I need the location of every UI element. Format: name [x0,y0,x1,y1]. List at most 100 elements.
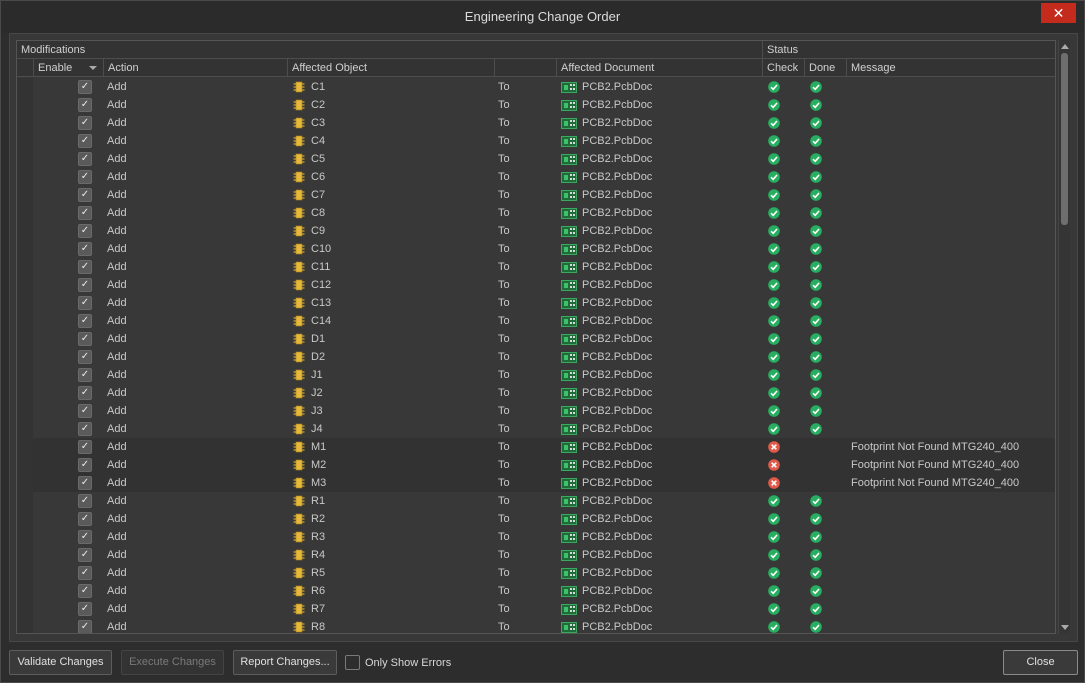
enable-checkbox[interactable]: ✓ [78,476,92,490]
enable-checkbox[interactable]: ✓ [78,458,92,472]
scroll-thumb[interactable] [1061,53,1068,225]
table-row[interactable]: ✓ Add R6 To PCB2.PcbDoc [17,582,1055,600]
to-cell: To [498,495,510,507]
table-row[interactable]: ✓ Add R8 To PCB2.PcbDoc [17,618,1055,633]
affected-object-cell: C14 [311,315,332,327]
enable-checkbox[interactable]: ✓ [78,170,92,184]
enable-checkbox[interactable]: ✓ [78,296,92,310]
eco-dialog: Engineering Change Order ✕ Modifications… [0,0,1085,683]
table-row[interactable]: ✓ Add R4 To PCB2.PcbDoc [17,546,1055,564]
table-row[interactable]: ✓ Add C10 To PCB2.PcbDoc [17,240,1055,258]
table-row[interactable]: ✓ Add C13 To PCB2.PcbDoc [17,294,1055,312]
action-cell: Add [107,153,127,165]
table-row[interactable]: ✓ Add C14 To PCB2.PcbDoc [17,312,1055,330]
table-row[interactable]: ✓ Add M3 To PCB2.PcbDoc Footprint Not Found M… [17,474,1055,492]
validate-changes-button[interactable]: Validate Changes [9,650,112,675]
table-row[interactable]: ✓ Add C2 To PCB2.PcbDoc [17,96,1055,114]
enable-checkbox[interactable]: ✓ [78,368,92,382]
pcb-document-icon [561,442,577,453]
to-cell: To [498,153,510,165]
table-row[interactable]: ✓ Add C12 To PCB2.PcbDoc [17,276,1055,294]
enable-checkbox[interactable]: ✓ [78,386,92,400]
enable-checkbox[interactable]: ✓ [78,440,92,454]
scroll-down-icon[interactable] [1061,625,1069,630]
affected-document-cell: PCB2.PcbDoc [582,477,653,489]
enable-checkbox[interactable]: ✓ [78,512,92,526]
enable-checkbox[interactable]: ✓ [78,422,92,436]
window-close-button[interactable]: ✕ [1041,3,1076,23]
table-row[interactable]: ✓ Add R2 To PCB2.PcbDoc [17,510,1055,528]
component-icon [293,189,305,201]
close-button[interactable]: Close [1003,650,1078,675]
table-row[interactable]: ✓ Add J2 To PCB2.PcbDoc [17,384,1055,402]
row-indicator [17,78,33,96]
enable-checkbox[interactable]: ✓ [78,584,92,598]
table-row[interactable]: ✓ Add C1 To PCB2.PcbDoc [17,78,1055,96]
enable-checkbox[interactable]: ✓ [78,152,92,166]
table-row[interactable]: ✓ Add M1 To PCB2.PcbDoc Footprint Not Found M… [17,438,1055,456]
column-header-affected-object[interactable]: Affected Object [287,59,494,77]
enable-checkbox[interactable]: ✓ [78,98,92,112]
column-header-done[interactable]: Done [804,59,846,77]
enable-checkbox[interactable]: ✓ [78,206,92,220]
column-header-to[interactable] [494,59,556,77]
pcb-document-icon [561,550,577,561]
affected-document-cell: PCB2.PcbDoc [582,153,653,165]
only-show-errors-checkbox[interactable] [345,655,360,670]
check-ok-icon [768,351,780,363]
enable-checkbox[interactable]: ✓ [78,602,92,616]
table-row[interactable]: ✓ Add C8 To PCB2.PcbDoc [17,204,1055,222]
enable-checkbox[interactable]: ✓ [78,332,92,346]
done-ok-icon [810,315,822,327]
sort-dropdown-icon[interactable] [89,66,97,70]
report-changes-button[interactable]: Report Changes... [233,650,337,675]
table-row[interactable]: ✓ Add C3 To PCB2.PcbDoc [17,114,1055,132]
table-row[interactable]: ✓ Add R1 To PCB2.PcbDoc [17,492,1055,510]
enable-checkbox[interactable]: ✓ [78,116,92,130]
enable-checkbox[interactable]: ✓ [78,260,92,274]
enable-checkbox[interactable]: ✓ [78,224,92,238]
column-header-affected-document[interactable]: Affected Document [556,59,762,77]
enable-checkbox[interactable]: ✓ [78,134,92,148]
scroll-up-icon[interactable] [1061,44,1069,49]
affected-object-cell: R7 [311,603,326,615]
column-header-check[interactable]: Check [762,59,804,77]
table-row[interactable]: ✓ Add C7 To PCB2.PcbDoc [17,186,1055,204]
pcb-document-icon [561,424,577,435]
action-cell: Add [107,225,127,237]
table-row[interactable]: ✓ Add M2 To PCB2.PcbDoc Footprint Not Found M… [17,456,1055,474]
row-indicator [17,402,33,420]
enable-checkbox[interactable]: ✓ [78,548,92,562]
enable-checkbox[interactable]: ✓ [78,314,92,328]
done-ok-icon [810,621,822,633]
enable-checkbox[interactable]: ✓ [78,530,92,544]
enable-checkbox[interactable]: ✓ [78,566,92,580]
vertical-scrollbar[interactable] [1058,40,1070,634]
table-row[interactable]: ✓ Add R7 To PCB2.PcbDoc [17,600,1055,618]
enable-checkbox[interactable]: ✓ [78,80,92,94]
table-row[interactable]: ✓ Add C11 To PCB2.PcbDoc [17,258,1055,276]
enable-checkbox[interactable]: ✓ [78,188,92,202]
enable-checkbox[interactable]: ✓ [78,494,92,508]
table-row[interactable]: ✓ Add C4 To PCB2.PcbDoc [17,132,1055,150]
enable-checkbox[interactable]: ✓ [78,350,92,364]
table-row[interactable]: ✓ Add J1 To PCB2.PcbDoc [17,366,1055,384]
column-header-message[interactable]: Message [846,59,1055,77]
table-row[interactable]: ✓ Add R3 To PCB2.PcbDoc [17,528,1055,546]
table-row[interactable]: ✓ Add D2 To PCB2.PcbDoc [17,348,1055,366]
execute-changes-button[interactable]: Execute Changes [121,650,224,675]
table-row[interactable]: ✓ Add J4 To PCB2.PcbDoc [17,420,1055,438]
column-header-action[interactable]: Action [103,59,287,77]
table-row[interactable]: ✓ Add D1 To PCB2.PcbDoc [17,330,1055,348]
enable-checkbox[interactable]: ✓ [78,278,92,292]
action-cell: Add [107,351,127,363]
enable-checkbox[interactable]: ✓ [78,242,92,256]
enable-checkbox[interactable]: ✓ [78,404,92,418]
table-row[interactable]: ✓ Add C5 To PCB2.PcbDoc [17,150,1055,168]
table-row[interactable]: ✓ Add C6 To PCB2.PcbDoc [17,168,1055,186]
table-row[interactable]: ✓ Add J3 To PCB2.PcbDoc [17,402,1055,420]
table-row[interactable]: ✓ Add R5 To PCB2.PcbDoc [17,564,1055,582]
enable-checkbox[interactable]: ✓ [78,620,92,633]
table-row[interactable]: ✓ Add C9 To PCB2.PcbDoc [17,222,1055,240]
component-icon [293,387,305,399]
